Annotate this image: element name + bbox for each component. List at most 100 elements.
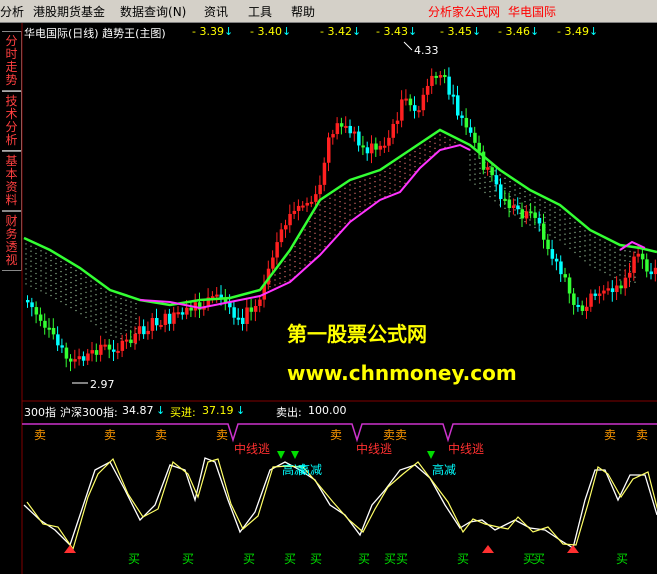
- cloud-dot: [479, 177, 481, 180]
- cloud-dot: [399, 185, 401, 188]
- candle-body: [215, 294, 219, 297]
- candle-body: [150, 317, 155, 331]
- cloud-dot: [319, 219, 321, 221]
- candle-body: [292, 210, 297, 214]
- cloud-dot: [544, 221, 546, 224]
- cloud-dot: [55, 262, 57, 265]
- cloud-dot: [349, 184, 351, 186]
- cloud-dot: [304, 249, 306, 251]
- cloud-dot: [564, 218, 566, 220]
- cloud-dot: [609, 249, 611, 251]
- candle-body: [38, 314, 43, 321]
- candle-body: [542, 223, 546, 240]
- cloud-dot: [75, 294, 77, 297]
- candle-body: [90, 350, 94, 354]
- cloud-dot: [294, 260, 296, 263]
- candle-body: [318, 184, 322, 195]
- cloud-dot: [579, 250, 581, 253]
- cloud-dot: [90, 320, 92, 322]
- cloud-dot: [65, 293, 67, 296]
- cloud-dot: [374, 175, 376, 178]
- candle-body: [628, 272, 632, 278]
- cloud-dot: [559, 229, 561, 231]
- cloud-dot: [389, 192, 391, 195]
- candle-body: [425, 85, 430, 95]
- cloud-dot: [564, 213, 566, 215]
- candle-body: [576, 304, 580, 307]
- cloud-dot: [569, 227, 571, 230]
- cloud-dot: [40, 290, 42, 292]
- candle-body: [370, 143, 374, 154]
- cloud-dot: [559, 239, 561, 241]
- candle-body: [305, 202, 309, 206]
- cloud-dot: [299, 257, 301, 260]
- candle-body: [632, 256, 636, 273]
- cloud-dot: [379, 189, 381, 191]
- candle-body: [490, 167, 494, 176]
- candle-body: [129, 339, 133, 344]
- cloud-dot: [549, 214, 551, 216]
- cloud-dot: [609, 269, 611, 271]
- candle-body: [503, 198, 507, 201]
- candle-body: [602, 290, 606, 294]
- cloud-dot: [50, 274, 52, 277]
- candle-body: [636, 253, 641, 257]
- candle-body: [284, 225, 288, 230]
- sell-mark: 卖: [34, 428, 47, 442]
- cloud-dot: [334, 194, 336, 196]
- cloud-dot: [424, 159, 426, 161]
- cloud-dot: [135, 322, 137, 325]
- cloud-dot: [25, 283, 27, 285]
- cloud-dot: [95, 304, 97, 306]
- cloud-dot: [125, 329, 127, 332]
- cloud-dot: [294, 255, 296, 258]
- cloud-dot: [35, 257, 37, 260]
- cloud-dot: [95, 294, 97, 296]
- cloud-dot: [120, 322, 122, 325]
- cloud-dot: [394, 169, 396, 171]
- cloud-dot: [55, 277, 57, 280]
- cloud-dot: [75, 284, 77, 287]
- cloud-dot: [529, 219, 531, 221]
- cloud-dot: [574, 231, 576, 234]
- up-arrow-icon: [567, 545, 579, 553]
- cloud-dot: [100, 297, 102, 300]
- cloud-dot: [344, 212, 346, 215]
- cloud-dot: [504, 177, 506, 180]
- candle-body: [253, 305, 258, 312]
- cloud-dot: [70, 296, 72, 299]
- cloud-dot: [135, 312, 137, 315]
- cloud-dot: [404, 157, 406, 160]
- cloud-dot: [45, 252, 47, 254]
- cloud-dot: [339, 195, 341, 198]
- candle-body: [382, 145, 387, 148]
- cloud-dot: [329, 202, 331, 205]
- cloud-dot: [484, 181, 486, 184]
- cloud-dot: [314, 212, 316, 215]
- cloud-dot: [95, 284, 97, 286]
- candle-body: [563, 274, 567, 278]
- cloud-dot: [299, 252, 301, 255]
- cloud-dot: [614, 271, 616, 274]
- cloud-dot: [65, 263, 67, 266]
- cloud-dot: [30, 280, 32, 282]
- cloud-dot: [489, 165, 491, 168]
- cloud-dot: [85, 316, 87, 319]
- cloud-dot: [45, 282, 47, 284]
- cloud-dot: [504, 207, 506, 210]
- cloud-dot: [319, 244, 321, 246]
- candle-body: [447, 76, 451, 95]
- cloud-dot: [624, 255, 626, 257]
- cloud-dot: [309, 230, 311, 233]
- cloud-dot: [509, 185, 511, 188]
- low-price-label: 2.97: [90, 378, 115, 391]
- candle-body: [120, 340, 125, 351]
- candle-body: [60, 345, 64, 348]
- cloud-dot: [519, 212, 521, 215]
- cloud-dot: [604, 266, 606, 269]
- cloud-dot: [25, 253, 27, 255]
- cloud-dot: [80, 278, 82, 280]
- sub-index-value: 34.87: [122, 404, 154, 417]
- chart-canvas[interactable]: [0, 0, 657, 574]
- cloud-dot: [120, 317, 122, 320]
